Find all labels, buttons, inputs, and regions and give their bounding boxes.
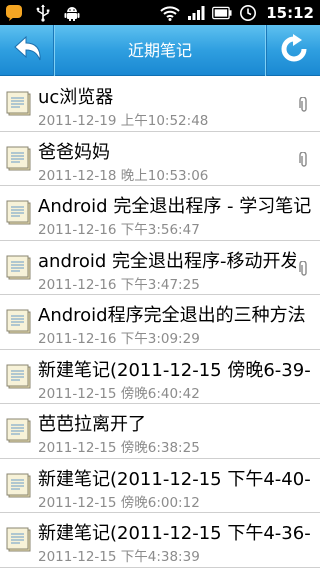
note-document-icon <box>6 90 34 118</box>
wifi-icon <box>160 3 180 23</box>
note-item[interactable]: 新建笔记(2011-12-15 下午4-36-... 2011-12-15 下午… <box>0 513 320 568</box>
note-document-icon <box>6 254 34 282</box>
note-date: 2011-12-16 下午3:56:47 <box>38 222 200 238</box>
note-document-icon <box>6 145 34 173</box>
signal-icon <box>186 3 206 23</box>
note-document-icon <box>6 363 34 391</box>
alarm-icon <box>238 3 258 23</box>
chat-notification-icon <box>4 3 24 23</box>
note-date: 2011-12-15 傍晚6:00:12 <box>38 494 200 511</box>
back-arrow-icon <box>11 35 43 67</box>
note-title: 新建笔记(2011-12-15 傍晚6-39-... <box>38 359 312 381</box>
battery-icon <box>212 3 232 23</box>
note-title: Android程序完全退出的三种方法 ... <box>38 305 312 326</box>
page-title: 近期笔记 <box>127 41 192 60</box>
android-debug-icon <box>62 3 82 23</box>
note-title: Android 完全退出程序 - 学习笔记... <box>38 196 312 217</box>
note-item[interactable]: android 完全退出程序-移动开发... 2011-12-16 下午3:47… <box>0 241 320 295</box>
note-document-icon <box>6 472 34 500</box>
note-title: 新建笔记(2011-12-15 下午4-36-... <box>38 523 312 544</box>
note-item[interactable]: 新建笔记(2011-12-15 下午4-40-... 2011-12-15 傍晚… <box>0 459 320 513</box>
note-date: 2011-12-16 下午3:09:29 <box>38 331 200 347</box>
note-date: 2011-12-15 傍晚6:38:25 <box>38 440 200 456</box>
title-bar: 近期笔记 <box>0 25 320 76</box>
note-title: 芭芭拉离开了 <box>38 414 146 435</box>
attachment-icon <box>298 96 310 113</box>
note-item[interactable]: Android程序完全退出的三种方法 ... 2011-12-16 下午3:09… <box>0 295 320 350</box>
note-document-icon <box>6 199 34 227</box>
attachment-icon <box>298 150 310 168</box>
attachment-icon <box>298 259 310 277</box>
note-document-icon <box>6 526 34 554</box>
note-title: android 完全退出程序-移动开发... <box>38 250 296 272</box>
note-title: 爸爸妈妈 <box>38 141 110 163</box>
note-item[interactable]: 爸爸妈妈 2011-12-18 晚上10:53:06 <box>0 132 320 186</box>
note-date: 2011-12-18 晚上10:53:06 <box>38 167 209 184</box>
note-date: 2011-12-15 傍晚6:40:42 <box>38 385 200 402</box>
note-title: 新建笔记(2011-12-15 下午4-40-... <box>38 468 312 490</box>
note-date: 2011-12-16 下午3:47:25 <box>38 276 200 293</box>
usb-icon <box>33 3 53 23</box>
note-item[interactable]: uc浏览器 2011-12-19 上午10:52:48 <box>0 77 320 132</box>
note-item[interactable]: 芭芭拉离开了 2011-12-15 傍晚6:38:25 <box>0 404 320 459</box>
refresh-button[interactable] <box>266 25 320 76</box>
note-date: 2011-12-19 上午10:52:48 <box>38 113 209 129</box>
note-document-icon <box>6 308 34 336</box>
note-date: 2011-12-15 下午4:38:39 <box>38 549 200 565</box>
note-item[interactable]: 新建笔记(2011-12-15 傍晚6-39-... 2011-12-15 傍晚… <box>0 350 320 404</box>
notes-list[interactable]: uc浏览器 2011-12-19 上午10:52:48 爸爸妈妈 2011-12… <box>0 77 320 569</box>
note-document-icon <box>6 417 34 445</box>
back-button[interactable] <box>0 25 54 76</box>
note-item[interactable]: Android 完全退出程序 - 学习笔记... 2011-12-16 下午3:… <box>0 186 320 241</box>
note-title: uc浏览器 <box>38 87 114 108</box>
refresh-icon <box>279 33 309 68</box>
status-bar: 15:12 <box>0 0 320 25</box>
status-time: 15:12 <box>266 3 314 22</box>
